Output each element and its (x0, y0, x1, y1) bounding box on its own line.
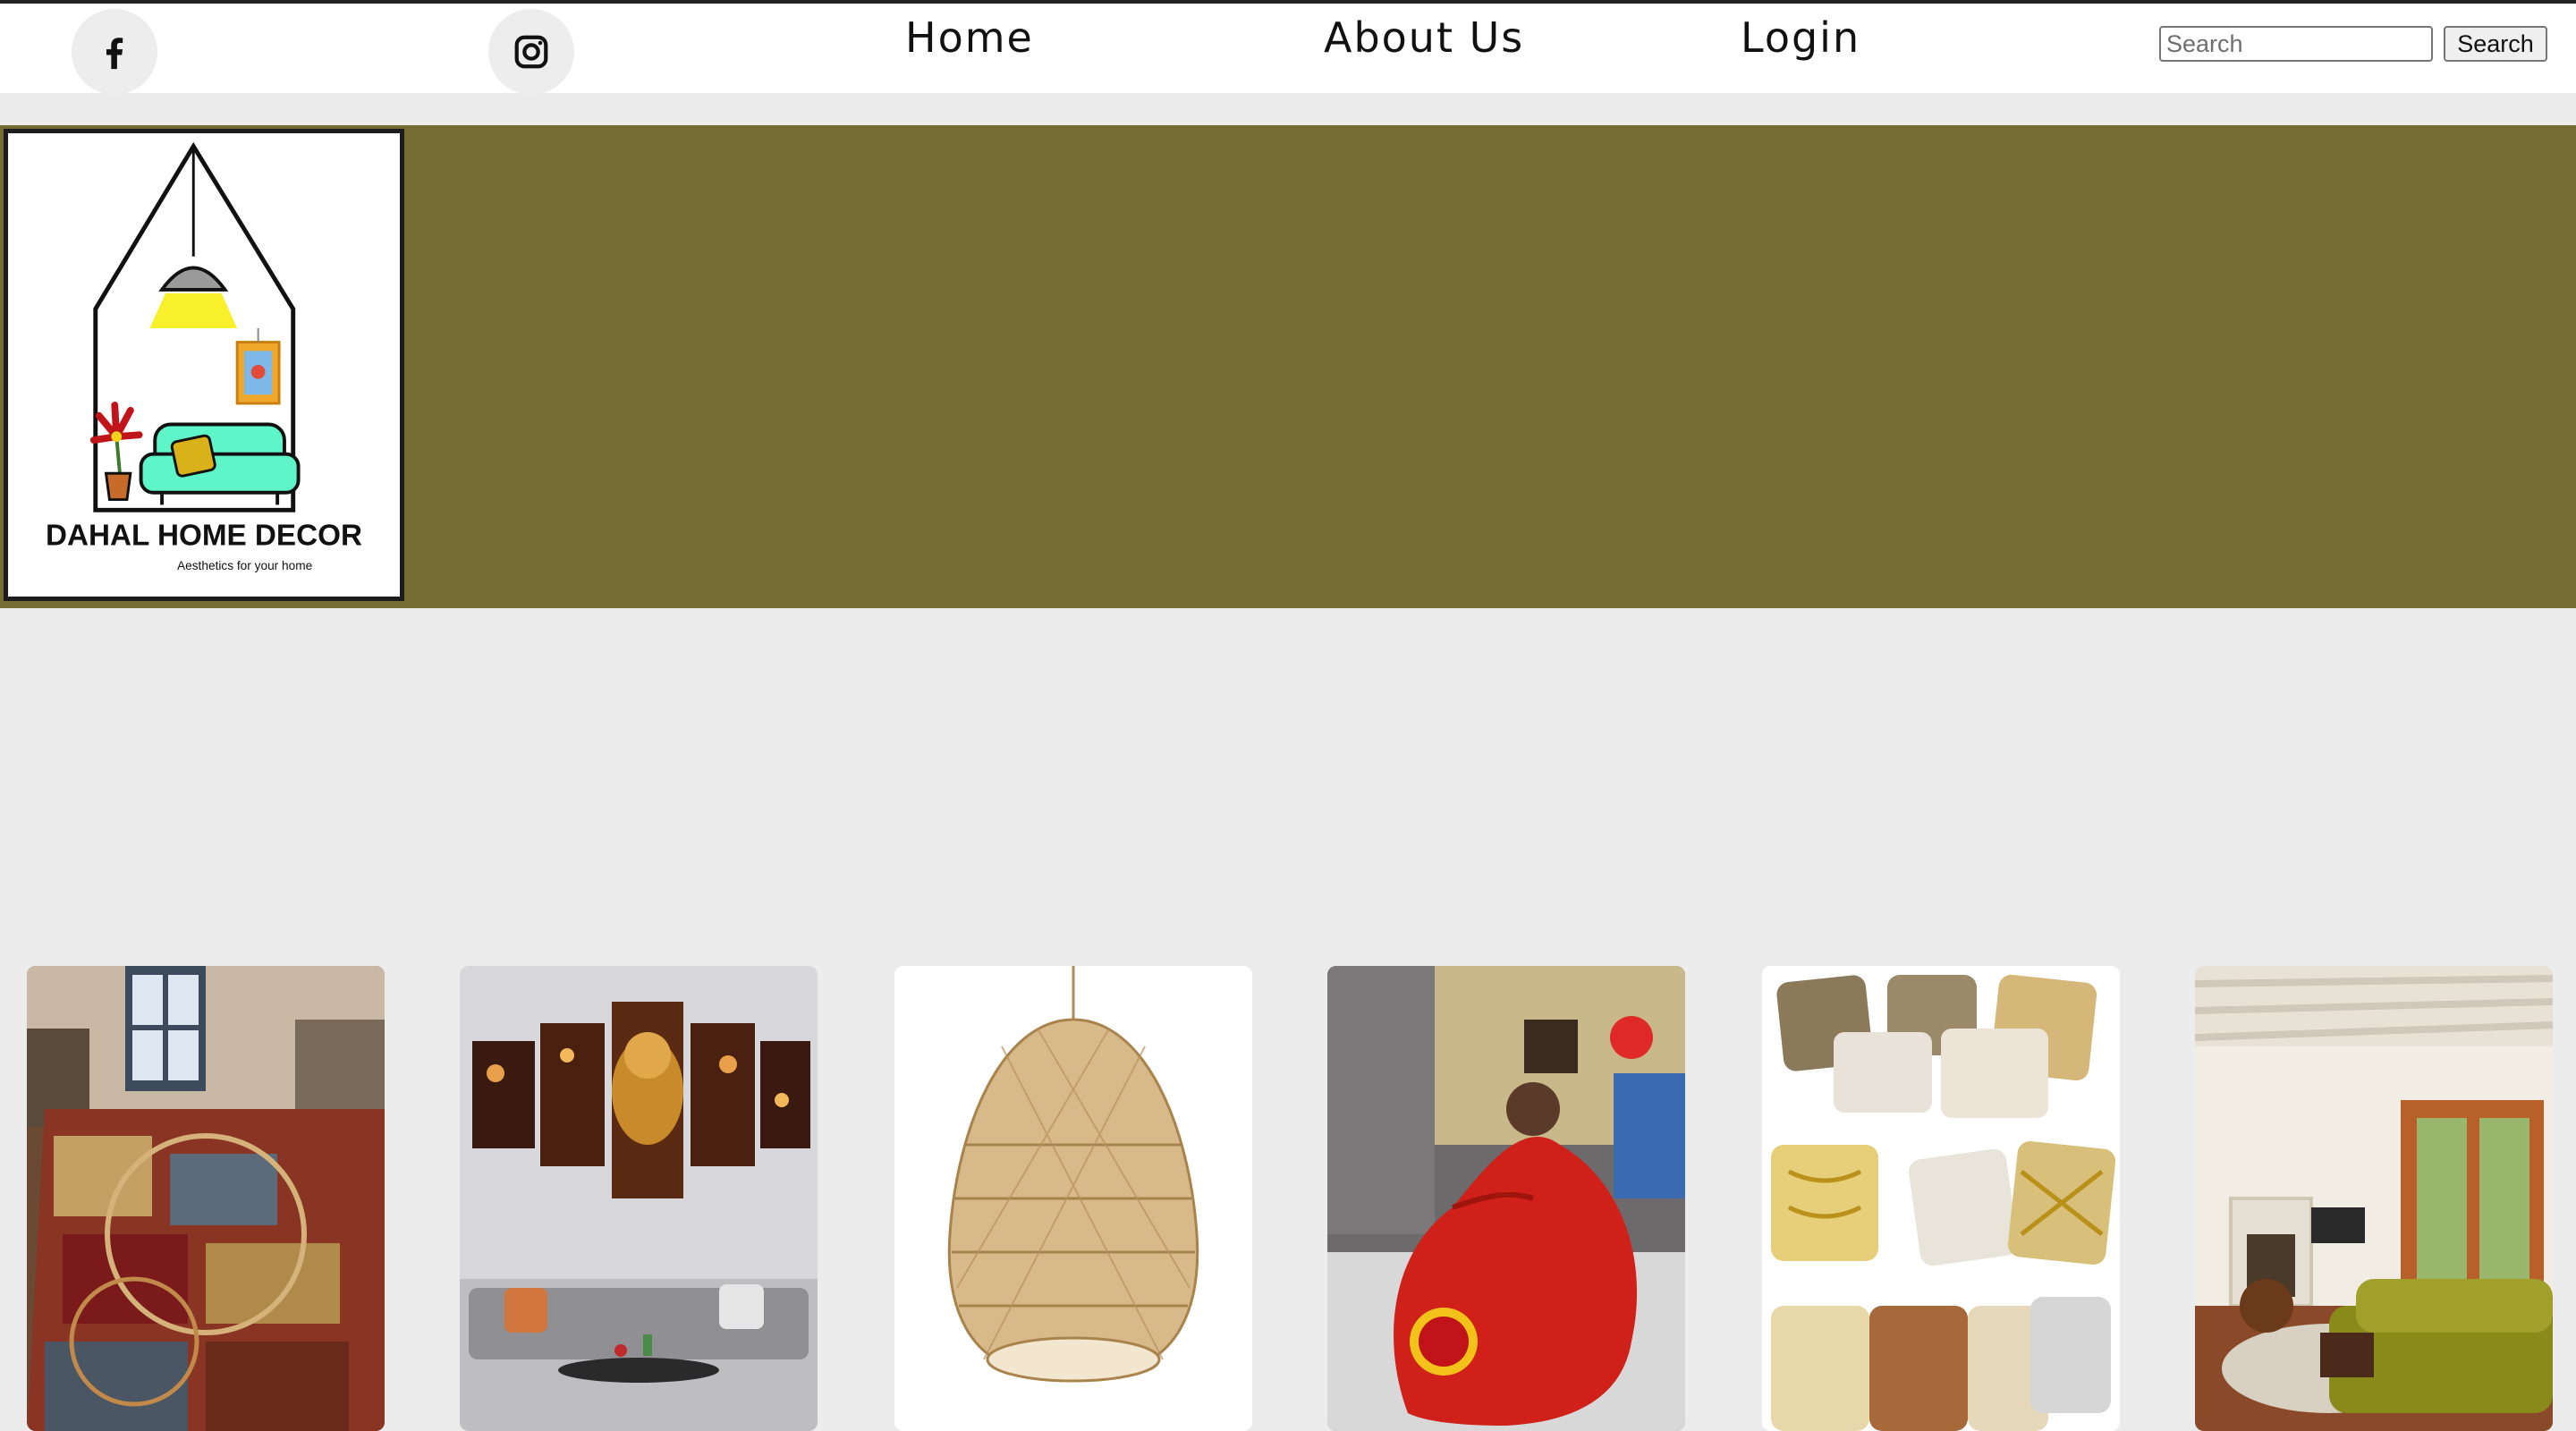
wall-art-image (460, 966, 818, 1431)
search-input[interactable] (2159, 26, 2433, 62)
facebook-icon (106, 38, 123, 70)
instagram-link[interactable] (488, 9, 574, 95)
pendant-lamp-image (894, 966, 1252, 1431)
instagram-icon (514, 35, 548, 69)
brand-logo[interactable]: DAHAL HOME DECOR Aesthetics for your hom… (4, 129, 404, 601)
nav-login[interactable]: Login (1741, 9, 1860, 66)
logo-tagline: Aesthetics for your home (177, 559, 312, 572)
gallery-item-bean-bag[interactable] (1327, 966, 1685, 1431)
logo-brand-text: DAHAL HOME DECOR (46, 519, 362, 552)
gallery-item-living-room[interactable] (2195, 966, 2553, 1431)
bean-bag-image (1327, 966, 1685, 1431)
living-room-image (2195, 966, 2553, 1431)
nav-about-us[interactable]: About Us (1324, 9, 1524, 66)
cushions-image (1762, 966, 2120, 1431)
gallery-item-wall-art[interactable] (460, 966, 818, 1431)
gallery-item-pendant-lamp[interactable] (894, 966, 1252, 1431)
rug-image (27, 966, 385, 1431)
gallery-item-rug[interactable] (27, 966, 385, 1431)
search-button[interactable]: Search (2444, 26, 2547, 62)
product-gallery (0, 966, 2576, 1431)
gallery-item-cushions[interactable] (1762, 966, 2120, 1431)
facebook-link[interactable] (72, 9, 157, 95)
hero-banner: DAHAL HOME DECOR Aesthetics for your hom… (0, 125, 2576, 608)
nav-home[interactable]: Home (905, 9, 1034, 66)
top-navigation-bar: Home About Us Login Search (0, 0, 2576, 95)
dahal-home-decor-logo: DAHAL HOME DECOR Aesthetics for your hom… (46, 141, 362, 572)
